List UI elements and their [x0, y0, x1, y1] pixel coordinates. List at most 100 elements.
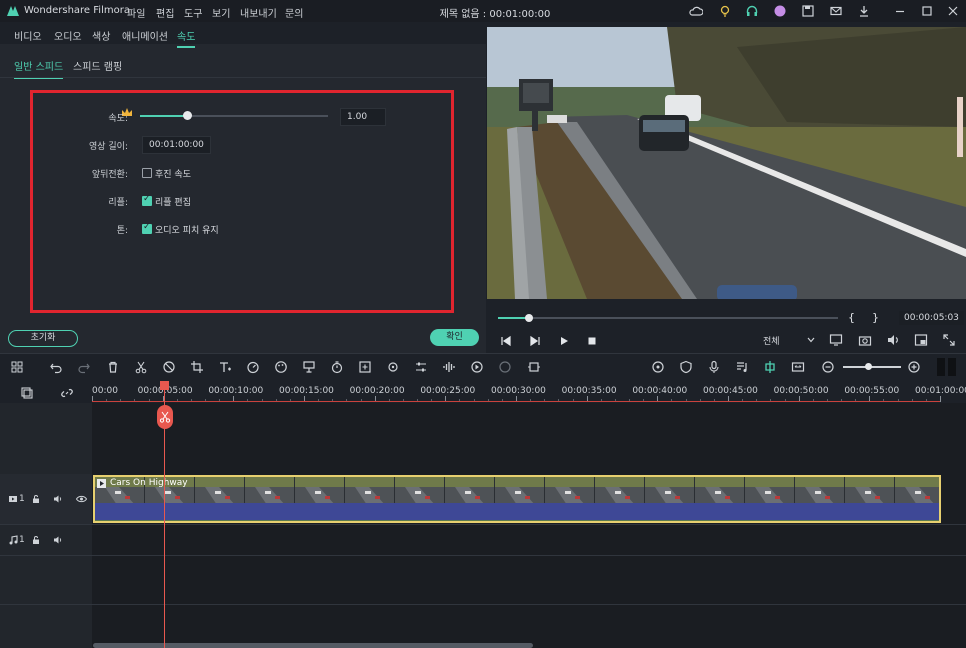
timer-icon[interactable] — [330, 360, 344, 374]
maximize-icon[interactable] — [920, 4, 934, 18]
pip-icon[interactable] — [914, 333, 928, 347]
menu-help[interactable]: 문의 — [285, 5, 303, 20]
lock-icon[interactable] — [31, 535, 41, 545]
tab-audio[interactable]: 오디오 — [54, 28, 82, 43]
headset-icon[interactable] — [745, 4, 759, 18]
timeline-horizontal-scrollbar[interactable] — [93, 643, 533, 648]
snapshot-camera-icon[interactable] — [858, 333, 872, 347]
playback-progress-track[interactable] — [498, 317, 838, 319]
layout-grid-icon[interactable] — [10, 360, 24, 374]
marker-shield-icon[interactable] — [679, 360, 693, 374]
timeline-zoom-handle[interactable] — [865, 363, 872, 370]
lock-icon[interactable] — [31, 494, 41, 504]
speed-label: 속도: — [108, 114, 128, 124]
color-palette-icon[interactable] — [274, 360, 288, 374]
adjust-sliders-icon[interactable] — [414, 360, 428, 374]
tab-color[interactable]: 색상 — [92, 28, 110, 43]
stabilization-icon[interactable] — [498, 360, 512, 374]
menu-tools[interactable]: 도구 — [184, 5, 202, 20]
text-icon[interactable] — [218, 360, 232, 374]
video-track-icon — [9, 496, 17, 502]
clip-video-badge-icon — [97, 479, 106, 488]
stop-icon[interactable] — [586, 335, 598, 347]
ok-button[interactable]: 확인 — [430, 329, 479, 346]
clip-name: Cars On Highway — [110, 478, 188, 488]
link-icon[interactable] — [60, 386, 74, 400]
add-track-icon[interactable] — [20, 386, 34, 400]
mark-in-button[interactable]: { — [848, 311, 855, 324]
audio-track-number: 1 — [19, 535, 25, 545]
play-icon[interactable] — [558, 335, 570, 347]
zoom-in-icon[interactable] — [907, 360, 921, 374]
download-icon[interactable] — [857, 4, 871, 18]
render-preview-icon[interactable] — [651, 360, 665, 374]
microphone-icon[interactable] — [707, 360, 721, 374]
zoom-fit-icon[interactable] — [358, 360, 372, 374]
tab-video[interactable]: 비디오 — [14, 28, 42, 43]
next-frame-icon[interactable] — [529, 335, 541, 347]
detach-icon[interactable] — [162, 360, 176, 374]
green-screen-icon[interactable] — [302, 360, 316, 374]
chevron-down-icon — [807, 337, 815, 343]
ruler-tick-label: 00:00:45:00 — [703, 386, 758, 396]
split-scissors-icon[interactable] — [134, 360, 148, 374]
tab-speed-ramping[interactable]: 스피드 램핑 — [73, 58, 122, 73]
display-icon[interactable] — [829, 333, 843, 347]
playhead-scissors-handle[interactable] — [157, 405, 173, 429]
mark-out-button[interactable]: } — [872, 311, 879, 324]
ripple-checkbox[interactable] — [142, 194, 152, 206]
menu-file[interactable]: 파일 — [127, 5, 145, 20]
save-icon[interactable] — [801, 4, 815, 18]
delete-icon[interactable] — [106, 360, 120, 374]
reset-button[interactable]: 초기화 — [8, 330, 78, 347]
redo-icon[interactable] — [77, 360, 91, 374]
duration-label: 영상 길이: — [88, 142, 128, 152]
track-headers — [0, 403, 92, 648]
menu-export[interactable]: 내보내기 — [240, 5, 277, 20]
reverse-checkbox[interactable] — [142, 168, 152, 178]
zoom-out-icon[interactable] — [821, 360, 835, 374]
pitch-checkbox[interactable] — [142, 222, 152, 234]
menu-view[interactable]: 보기 — [212, 5, 230, 20]
split-screen-icon[interactable] — [527, 360, 541, 374]
timeline-zoom-slider[interactable] — [843, 366, 901, 368]
account-avatar-icon[interactable] — [773, 4, 787, 18]
preview-zoom-select[interactable]: 전체 — [757, 333, 817, 347]
eye-icon[interactable] — [76, 494, 87, 504]
tab-uniform-speed[interactable]: 일반 스피드 — [14, 58, 64, 79]
close-icon[interactable] — [946, 4, 960, 18]
speed-slider-fill — [140, 115, 187, 117]
mail-icon[interactable] — [829, 4, 843, 18]
fit-timeline-icon[interactable] — [791, 360, 805, 374]
crop-icon[interactable] — [190, 360, 204, 374]
audio-duck-icon[interactable] — [470, 360, 484, 374]
previous-frame-icon[interactable] — [500, 335, 512, 347]
lightbulb-icon[interactable] — [718, 4, 732, 18]
speed-value-input[interactable]: 1.00 — [340, 108, 386, 126]
ruler-tick-label: 00:00:50:00 — [773, 386, 829, 396]
tab-animation[interactable]: 애니메이션 — [122, 28, 168, 43]
volume-icon[interactable] — [886, 333, 900, 347]
menu-edit[interactable]: 편집 — [156, 5, 174, 20]
motion-tracking-icon[interactable] — [386, 360, 400, 374]
minimize-icon[interactable] — [893, 4, 907, 18]
voiceover-list-icon[interactable] — [735, 360, 749, 374]
cloud-icon[interactable] — [689, 4, 703, 18]
playhead-marker[interactable] — [160, 381, 169, 390]
video-preview[interactable] — [487, 27, 966, 299]
speaker-icon[interactable] — [53, 494, 63, 504]
speaker-icon[interactable] — [53, 535, 63, 545]
tab-speed[interactable]: 속도 — [177, 28, 196, 48]
ruler-tick-label: 00:00:25:00 — [420, 386, 476, 396]
speed-icon[interactable] — [246, 360, 260, 374]
fullscreen-icon[interactable] — [942, 333, 956, 347]
ruler-tick-label: 00:00:40:00 — [632, 386, 688, 396]
audio-waveform-icon[interactable] — [442, 360, 456, 374]
snap-magnet-icon[interactable] — [763, 360, 777, 374]
track-divider — [0, 555, 966, 556]
undo-icon[interactable] — [49, 360, 63, 374]
duration-value-input[interactable]: 00:01:00:00 — [142, 136, 211, 154]
playback-progress-handle[interactable] — [524, 314, 533, 322]
timeline-tracks[interactable] — [0, 403, 966, 648]
speed-slider-handle[interactable] — [183, 111, 192, 120]
